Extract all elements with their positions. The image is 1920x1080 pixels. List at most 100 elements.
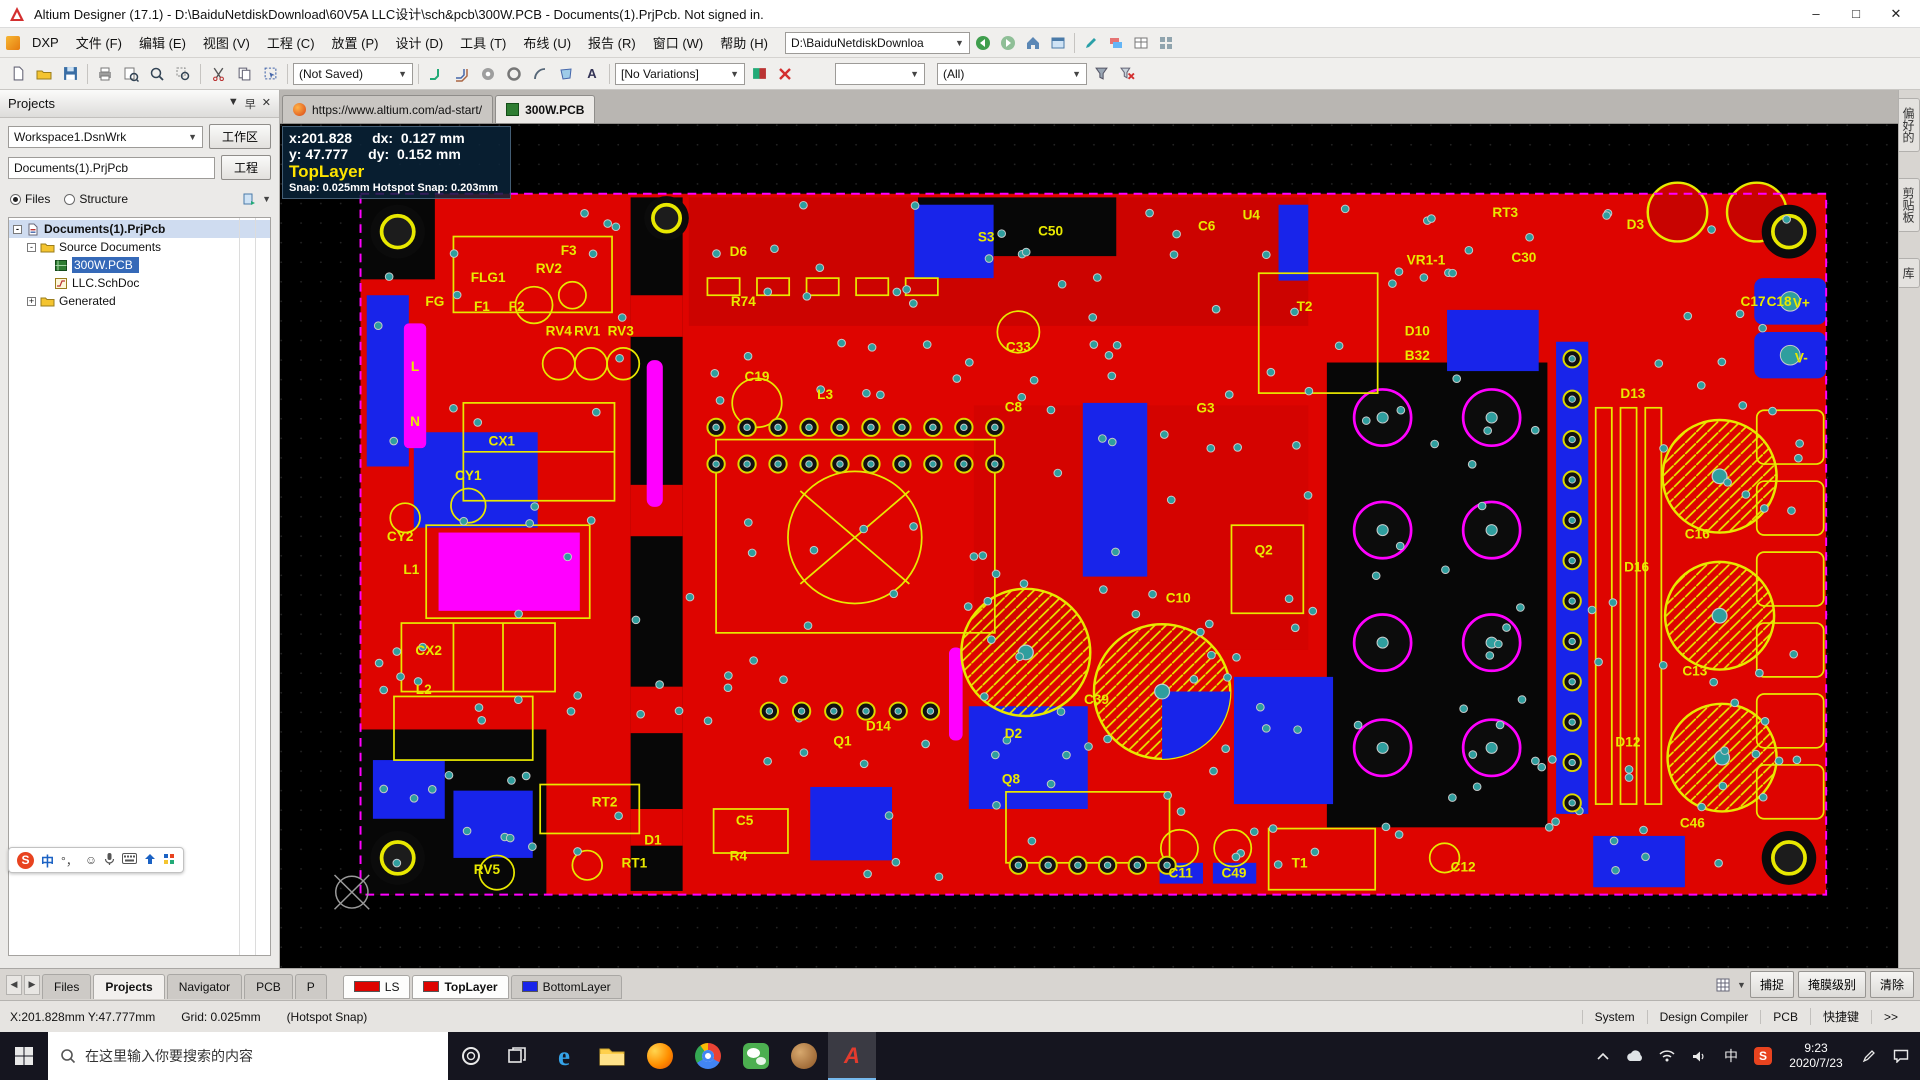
expand-icon[interactable]: +	[27, 297, 36, 306]
tray-sogou-icon[interactable]: S	[1748, 1032, 1778, 1080]
tray-onedrive-icon[interactable]	[1620, 1032, 1650, 1080]
punctuation-icon[interactable]: °，	[61, 852, 78, 869]
sogou-logo-icon[interactable]: S	[17, 852, 34, 869]
menu-route[interactable]: 布线 (U)	[515, 28, 579, 57]
tab-altium-start-page[interactable]: https://www.altium.com/ad-start/	[282, 95, 493, 123]
layers-tool-icon[interactable]	[1104, 31, 1128, 55]
menu-view[interactable]: 视图 (V)	[195, 28, 258, 57]
home-button[interactable]	[1021, 31, 1045, 55]
table-tool-icon[interactable]	[1129, 31, 1153, 55]
select-area-icon[interactable]	[258, 62, 282, 86]
tray-windows-ink-icon[interactable]	[1854, 1032, 1884, 1080]
taskbar-file-explorer-icon[interactable]	[588, 1032, 636, 1080]
maximize-button[interactable]: □	[1836, 2, 1876, 26]
panel-tabs-scroll-left-icon[interactable]: ◀	[6, 975, 22, 995]
panel-tab-p[interactable]: P	[295, 974, 327, 999]
collapse-icon[interactable]: -	[27, 243, 36, 252]
menu-help[interactable]: 帮助 (H)	[712, 28, 776, 57]
arc-tool-icon[interactable]	[528, 62, 552, 86]
status-design-compiler-button[interactable]: Design Compiler	[1647, 1010, 1761, 1024]
close-button[interactable]: ✕	[1876, 2, 1916, 26]
taskbar-chrome-icon[interactable]	[684, 1032, 732, 1080]
differential-routing-icon[interactable]	[450, 62, 474, 86]
menu-file[interactable]: 文件 (F)	[68, 28, 130, 57]
print-icon[interactable]	[93, 62, 117, 86]
tab-300w-pcb[interactable]: 300W.PCB	[495, 95, 595, 123]
mask-level-button[interactable]: 掩膜级别	[1798, 971, 1866, 998]
mic-icon[interactable]	[104, 852, 115, 869]
pcb-board-drawing[interactable]: F3FLG1RV2FGF1F2RV4RV1RV3LNCX1CY1CY2L1CX2…	[280, 124, 1898, 968]
input-mode-chinese[interactable]: 中	[41, 851, 54, 870]
pad-tool-icon[interactable]	[476, 62, 500, 86]
taskbar-firefox-icon[interactable]	[636, 1032, 684, 1080]
browser-button[interactable]	[1046, 31, 1070, 55]
pencil-tool-icon[interactable]	[1079, 31, 1103, 55]
keyboard-icon[interactable]	[122, 853, 137, 867]
tree-item-generated[interactable]: + Generated	[23, 292, 270, 310]
layer-tab-ls[interactable]: LS	[343, 975, 411, 999]
filter-combo[interactable]: ▼	[835, 63, 925, 85]
tray-notification-icon[interactable]	[1886, 1032, 1916, 1080]
polygon-tool-icon[interactable]	[554, 62, 578, 86]
forward-button[interactable]	[996, 31, 1020, 55]
zoom-fit-icon[interactable]	[145, 62, 169, 86]
path-combo[interactable]: D:\BaiduNetdiskDownloa▼	[785, 32, 970, 54]
snap-options-arrow-icon[interactable]: ▼	[1737, 980, 1746, 990]
menu-window[interactable]: 窗口 (W)	[645, 28, 712, 57]
tray-show-hidden-icon[interactable]	[1588, 1032, 1618, 1080]
taskbar-altium-icon[interactable]: A	[828, 1032, 876, 1080]
project-button[interactable]: 工程	[221, 155, 271, 180]
emoji-icon[interactable]: ☺	[85, 853, 97, 867]
side-tab-libraries[interactable]: 库	[1899, 258, 1920, 288]
task-view-button[interactable]	[494, 1032, 540, 1080]
panel-close-icon[interactable]: ✕	[262, 96, 271, 112]
save-state-combo[interactable]: (Not Saved)▼	[293, 63, 413, 85]
panel-pin-icon[interactable]: 早	[245, 96, 256, 112]
panel-tab-projects[interactable]: Projects	[93, 974, 164, 999]
structure-radio[interactable]: Structure	[64, 192, 128, 206]
menu-edit[interactable]: 编辑 (E)	[131, 28, 194, 57]
side-tab-clipboard[interactable]: 剪贴板	[1899, 178, 1920, 232]
files-radio[interactable]: Files	[10, 192, 50, 206]
minimize-button[interactable]: –	[1796, 2, 1836, 26]
panel-tabs-scroll-right-icon[interactable]: ▶	[24, 975, 40, 995]
workspace-combo[interactable]: Workspace1.DsnWrk▼	[8, 126, 203, 148]
via-tool-icon[interactable]	[502, 62, 526, 86]
board-insight-grid-icon[interactable]	[1713, 975, 1733, 995]
panel-tab-navigator[interactable]: Navigator	[167, 974, 242, 999]
collapse-icon[interactable]: -	[13, 225, 22, 234]
workspace-button[interactable]: 工作区	[209, 124, 271, 149]
project-combo[interactable]: Documents(1).PrjPcb	[8, 157, 215, 179]
panel-tab-pcb[interactable]: PCB	[244, 974, 293, 999]
new-document-icon[interactable]	[6, 62, 30, 86]
toolbox-grid-icon[interactable]	[163, 853, 175, 868]
skin-upload-icon[interactable]	[144, 853, 156, 868]
menu-design[interactable]: 设计 (D)	[387, 28, 451, 57]
tree-item-llc-schdoc[interactable]: - LLC.SchDoc	[37, 274, 270, 292]
menu-dxp[interactable]: DXP	[24, 30, 67, 55]
scope-combo[interactable]: (All)▼	[937, 63, 1087, 85]
save-icon[interactable]	[58, 62, 82, 86]
status-system-button[interactable]: System	[1582, 1010, 1647, 1024]
zoom-area-icon[interactable]	[171, 62, 195, 86]
variations-combo[interactable]: [No Variations]▼	[615, 63, 745, 85]
panel-tab-files[interactable]: Files	[42, 974, 91, 999]
panel-menu-icon[interactable]: ▼	[228, 96, 239, 112]
snap-button[interactable]: 捕捉	[1750, 971, 1794, 998]
grid-settings-icon[interactable]	[1154, 31, 1178, 55]
back-button[interactable]	[971, 31, 995, 55]
open-document-icon[interactable]	[32, 62, 56, 86]
status-shortcuts-button[interactable]: 快捷键	[1810, 1008, 1871, 1025]
tray-volume-icon[interactable]	[1684, 1032, 1714, 1080]
string-tool-icon[interactable]: A	[580, 62, 604, 86]
menu-place[interactable]: 放置 (P)	[324, 28, 387, 57]
side-tab-favorites[interactable]: 偏好的	[1899, 98, 1920, 152]
cortana-button[interactable]	[448, 1032, 494, 1080]
menu-tools[interactable]: 工具 (T)	[452, 28, 514, 57]
copy-icon[interactable]	[232, 62, 256, 86]
tray-input-mode-indicator[interactable]: 中	[1716, 1032, 1746, 1080]
status-pcb-button[interactable]: PCB	[1760, 1010, 1810, 1024]
layer-tab-bottomlayer[interactable]: BottomLayer	[511, 975, 622, 999]
sort-arrow-icon[interactable]: ▼	[262, 194, 271, 204]
clear-button[interactable]: 清除	[1870, 971, 1914, 998]
